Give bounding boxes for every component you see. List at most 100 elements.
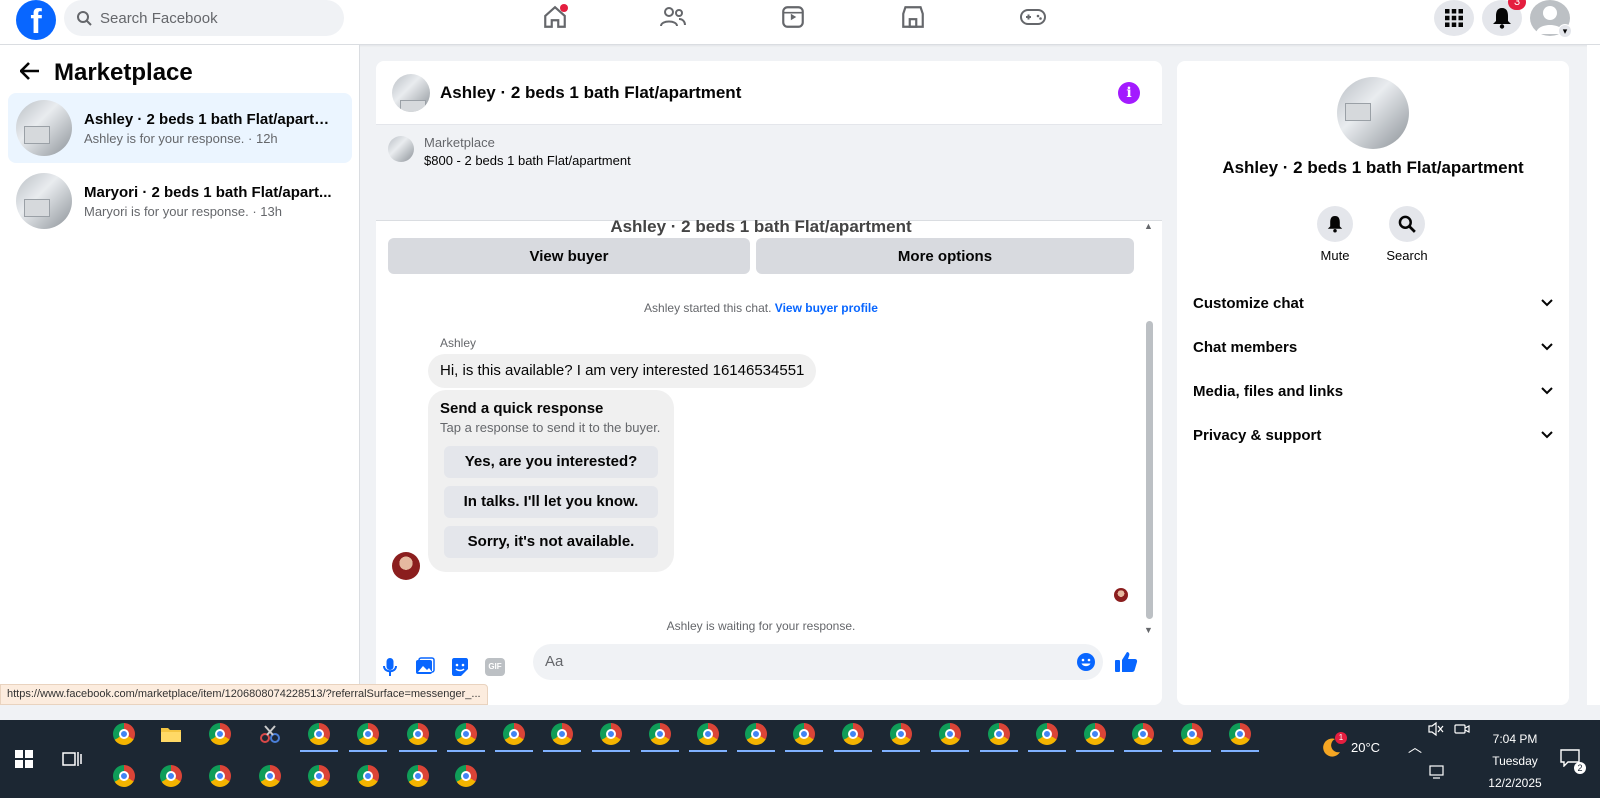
search-in-chat-button[interactable]: Search	[1377, 206, 1437, 263]
chrome-taskbar-icon[interactable]	[157, 762, 185, 790]
action-center-icon[interactable]: 2	[1556, 744, 1586, 774]
chrome-taskbar-icon[interactable]	[592, 720, 630, 752]
clock-date[interactable]: 12/2/2025	[1478, 776, 1552, 790]
chrome-taskbar-icon[interactable]	[110, 762, 138, 790]
scrollbar-thumb[interactable]	[1146, 321, 1153, 619]
chrome-taskbar-icon[interactable]	[931, 720, 969, 752]
weather-temperature[interactable]: 20°C	[1351, 740, 1380, 755]
chrome-taskbar-icon[interactable]	[980, 720, 1018, 752]
muted-speaker-icon[interactable]	[1422, 715, 1450, 743]
running-indicator	[1124, 750, 1162, 752]
menu-button[interactable]	[1434, 0, 1474, 36]
chrome-taskbar-icon[interactable]	[495, 720, 533, 752]
media-files-links-section[interactable]: Media, files and links	[1193, 369, 1553, 413]
info-icon[interactable]: i	[1118, 82, 1140, 104]
chrome-taskbar-icon[interactable]	[543, 720, 581, 752]
sticker-icon[interactable]	[448, 655, 472, 679]
chrome-taskbar-icon[interactable]	[404, 762, 432, 790]
conversation-title: Ashley · 2 beds 1 bath Flat/apartm...	[84, 110, 334, 128]
friends-nav-button[interactable]	[656, 2, 690, 32]
scissors-icon	[260, 725, 280, 743]
page-scrollbar[interactable]	[1587, 45, 1600, 705]
chat-members-section[interactable]: Chat members	[1193, 325, 1553, 369]
chrome-taskbar-icon[interactable]	[1173, 720, 1211, 752]
conversation-item-maryori[interactable]: Maryori · 2 beds 1 bath Flat/apart... Ma…	[8, 166, 352, 236]
meet-now-icon[interactable]	[1448, 715, 1476, 743]
scroll-down-arrow-icon[interactable]: ▼	[1144, 625, 1153, 635]
scroll-up-arrow-icon[interactable]: ▲	[1144, 221, 1153, 231]
message-scrollbar[interactable]: ▲ ▼	[1144, 221, 1154, 641]
notifications-button[interactable]: 3	[1482, 0, 1526, 36]
chrome-taskbar-icon[interactable]	[1076, 720, 1114, 752]
sender-avatar[interactable]	[392, 552, 420, 580]
message-input[interactable]: Aa	[533, 644, 1103, 680]
chrome-taskbar-icon[interactable]	[206, 720, 234, 748]
windows-start-icon[interactable]	[10, 745, 38, 773]
chrome-taskbar-icon[interactable]	[300, 720, 338, 752]
view-buyer-profile-link[interactable]: View buyer profile	[775, 301, 878, 315]
chrome-taskbar-icon[interactable]	[882, 720, 920, 752]
marketplace-nav-button[interactable]	[896, 2, 930, 32]
conversation-item-ashley[interactable]: Ashley · 2 beds 1 bath Flat/apartm... As…	[8, 93, 352, 163]
customize-chat-section[interactable]: Customize chat	[1193, 281, 1553, 325]
chrome-taskbar-icon[interactable]	[641, 720, 679, 752]
photo-icon[interactable]	[413, 655, 437, 679]
account-button[interactable]: ▾	[1530, 0, 1572, 38]
running-indicator	[737, 750, 775, 752]
message-input-placeholder: Aa	[545, 653, 564, 670]
facebook-logo[interactable]: f	[16, 0, 56, 40]
privacy-support-section[interactable]: Privacy & support	[1193, 413, 1553, 457]
gaming-nav-button[interactable]	[1016, 2, 1050, 32]
listing-price-title[interactable]: $800 - 2 beds 1 bath Flat/apartment	[424, 153, 631, 168]
file-explorer-taskbar-icon[interactable]	[157, 720, 185, 748]
chrome-taskbar-icon[interactable]	[447, 720, 485, 752]
mute-label: Mute	[1320, 248, 1350, 263]
show-hidden-icons-chevron-up-icon[interactable]: ︿	[1408, 737, 1422, 757]
network-icon[interactable]	[1424, 758, 1452, 786]
chrome-taskbar-icon[interactable]	[834, 720, 872, 752]
chrome-icon	[160, 765, 182, 787]
chat-panel: Ashley · 2 beds 1 bath Flat/apartment i …	[376, 61, 1162, 705]
quick-response-not-available-button[interactable]: Sorry, it's not available.	[444, 526, 658, 558]
home-nav-button[interactable]	[538, 2, 572, 32]
snipping-tool-taskbar-icon[interactable]	[256, 720, 284, 748]
chrome-taskbar-icon[interactable]	[737, 720, 775, 752]
microphone-icon[interactable]	[378, 655, 402, 679]
chrome-taskbar-icon[interactable]	[1124, 720, 1162, 752]
incoming-message-bubble[interactable]: Hi, is this available? I am very interes…	[428, 354, 817, 388]
chrome-icon	[357, 765, 379, 787]
chat-listing-thumbnail[interactable]	[392, 73, 430, 112]
chrome-taskbar-icon[interactable]	[354, 762, 382, 790]
weather-icon[interactable]: 1	[1317, 732, 1347, 762]
chrome-taskbar-icon[interactable]	[206, 762, 234, 790]
chrome-taskbar-icon[interactable]	[110, 720, 138, 748]
search-facebook-input[interactable]: Search Facebook	[64, 0, 344, 36]
details-listing-thumbnail[interactable]	[1337, 77, 1409, 149]
clock-time[interactable]: 7:04 PM	[1478, 732, 1552, 746]
gif-icon[interactable]: GIF	[483, 655, 507, 679]
quick-response-in-talks-button[interactable]: In talks. I'll let you know.	[444, 486, 658, 518]
task-view-icon[interactable]	[58, 745, 86, 773]
quick-response-yes-button[interactable]: Yes, are you interested?	[444, 446, 658, 478]
chrome-taskbar-icon[interactable]	[305, 762, 333, 790]
chrome-taskbar-icon[interactable]	[256, 762, 284, 790]
chrome-taskbar-icon[interactable]	[349, 720, 387, 752]
chrome-icon	[649, 723, 671, 745]
chrome-taskbar-icon[interactable]	[1221, 720, 1259, 752]
chat-title[interactable]: Ashley · 2 beds 1 bath Flat/apartment	[440, 83, 741, 103]
mute-button[interactable]: Mute	[1305, 206, 1365, 263]
clock-day[interactable]: Tuesday	[1478, 754, 1552, 768]
back-arrow-icon[interactable]	[19, 59, 40, 87]
chrome-taskbar-icon[interactable]	[399, 720, 437, 752]
chrome-taskbar-icon[interactable]	[452, 762, 480, 790]
chrome-icon	[939, 723, 961, 745]
chrome-taskbar-icon[interactable]	[1028, 720, 1066, 752]
emoji-icon[interactable]	[1074, 650, 1098, 674]
thumbs-up-icon[interactable]	[1114, 650, 1138, 674]
chrome-taskbar-icon[interactable]	[689, 720, 727, 752]
running-indicator	[543, 750, 581, 752]
chrome-icon	[209, 765, 231, 787]
gamepad-icon	[1020, 9, 1046, 25]
video-nav-button[interactable]	[776, 2, 810, 32]
chrome-taskbar-icon[interactable]	[785, 720, 823, 752]
